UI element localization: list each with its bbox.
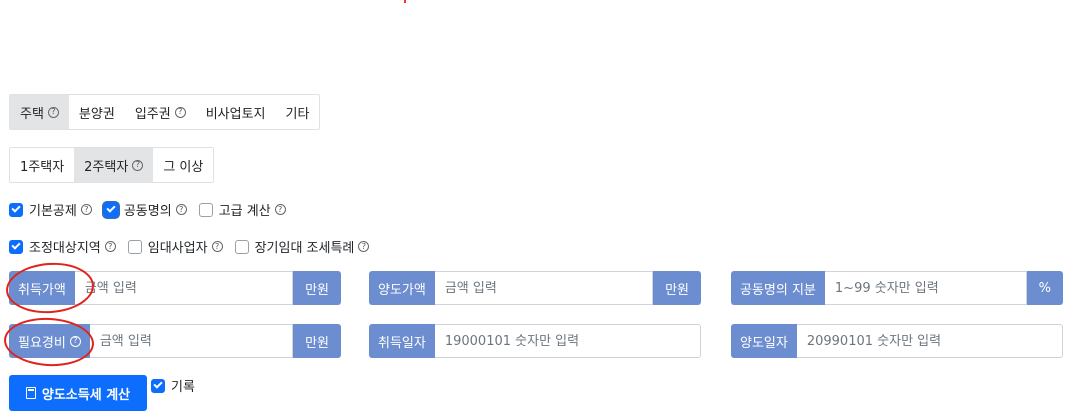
- help-icon[interactable]: ?: [69, 335, 81, 347]
- ownership-share-wrap: [824, 271, 1027, 305]
- sale-price-wrap: [434, 271, 654, 305]
- property-type-tabs: 주택? 분양권 입주권? 비사업토지 기타: [9, 94, 321, 130]
- checkbox-unchecked-icon[interactable]: [234, 239, 249, 254]
- sale-price-unit: 만원: [653, 271, 701, 305]
- house-count-tabs: 1주택자 2주택자? 그 이상: [9, 147, 215, 183]
- regulated-area-label: 조정대상지역: [29, 241, 101, 256]
- stray-red-mark: [404, 0, 406, 3]
- tab-presale-right-label: 분양권: [78, 106, 115, 122]
- checkbox-checked-icon[interactable]: [151, 378, 165, 393]
- tab-more-houses-label: 그 이상: [163, 159, 204, 175]
- long-term-rental-checkbox[interactable]: 장기임대 조세특례?: [234, 237, 370, 256]
- tab-more-houses[interactable]: 그 이상: [153, 148, 213, 182]
- tab-non-business-land-label: 비사업토지: [205, 106, 266, 122]
- tab-other-label: 기타: [285, 106, 310, 122]
- acquisition-price-input[interactable]: [84, 280, 283, 296]
- ownership-share-group: 공동명의 지분 %: [731, 271, 1063, 305]
- expense-group: 필요경비? 만원: [9, 324, 341, 358]
- acquisition-date-wrap: [434, 324, 701, 358]
- options-row-2: 조정대상지역? 임대사업자? 장기임대 조세특례?: [9, 237, 381, 256]
- rental-business-label: 임대사업자: [147, 241, 208, 256]
- help-icon[interactable]: ?: [132, 159, 144, 171]
- help-icon[interactable]: ?: [175, 204, 187, 215]
- advanced-calc-checkbox[interactable]: 고급 계산?: [198, 200, 286, 219]
- expense-input[interactable]: [99, 333, 283, 349]
- tab-non-business-land[interactable]: 비사업토지: [196, 95, 276, 129]
- options-row-1: 기본공제? 공동명의? 고급 계산?: [9, 200, 298, 219]
- tab-occupancy-right-label: 입주권: [134, 106, 171, 122]
- sale-price-input[interactable]: [444, 280, 643, 296]
- long-term-rental-label: 장기임대 조세특례: [254, 241, 355, 256]
- ownership-share-input[interactable]: [834, 280, 1016, 296]
- expense-wrap: [89, 324, 294, 358]
- basic-deduction-checkbox[interactable]: 기본공제?: [9, 200, 92, 219]
- checkbox-checked-icon[interactable]: [9, 202, 23, 217]
- joint-ownership-label: 공동명의: [123, 204, 172, 219]
- record-label: 기록: [171, 380, 195, 395]
- expense-label-text: 필요경비: [18, 335, 66, 351]
- ownership-share-unit: %: [1026, 271, 1063, 305]
- ownership-share-label: 공동명의 지분: [731, 271, 825, 305]
- help-icon[interactable]: ?: [358, 241, 370, 252]
- acquisition-price-wrap: [74, 271, 294, 305]
- help-icon[interactable]: ?: [104, 241, 116, 252]
- checkbox-unchecked-icon[interactable]: [198, 202, 213, 217]
- checkbox-unchecked-icon[interactable]: [127, 239, 142, 254]
- acquisition-price-group: 취득가액 만원: [9, 271, 341, 305]
- basic-deduction-label: 기본공제: [29, 204, 77, 219]
- checkbox-checked-icon[interactable]: [103, 202, 118, 217]
- sale-date-group: 양도일자: [731, 324, 1063, 358]
- calculate-tax-button[interactable]: 양도소득세 계산: [9, 375, 147, 411]
- sale-date-input[interactable]: [806, 333, 1052, 349]
- tab-presale-right[interactable]: 분양권: [69, 95, 125, 129]
- sale-price-label: 양도가액: [369, 271, 435, 305]
- tab-occupancy-right[interactable]: 입주권?: [125, 95, 196, 129]
- tab-two-houses-label: 2주택자: [84, 159, 129, 175]
- help-icon[interactable]: ?: [47, 106, 59, 118]
- expense-unit: 만원: [293, 324, 341, 358]
- acquisition-date-group: 취득일자: [369, 324, 701, 358]
- tab-one-house-label: 1주택자: [20, 159, 65, 175]
- sale-date-wrap: [796, 324, 1063, 358]
- sale-price-group: 양도가액 만원: [369, 271, 701, 305]
- help-icon[interactable]: ?: [174, 106, 186, 118]
- calculate-tax-label: 양도소득세 계산: [41, 387, 131, 403]
- tab-two-houses[interactable]: 2주택자?: [74, 148, 154, 182]
- help-icon[interactable]: ?: [211, 241, 223, 252]
- tab-one-house[interactable]: 1주택자: [10, 148, 74, 182]
- acquisition-price-unit: 만원: [293, 271, 341, 305]
- checkbox-checked-icon[interactable]: [9, 239, 23, 254]
- help-icon[interactable]: ?: [274, 204, 286, 215]
- tab-house[interactable]: 주택?: [10, 95, 69, 129]
- sale-date-label: 양도일자: [731, 324, 797, 358]
- advanced-calc-label: 고급 계산: [218, 204, 271, 219]
- tab-house-label: 주택: [20, 106, 44, 122]
- joint-ownership-checkbox[interactable]: 공동명의?: [103, 200, 187, 219]
- tab-other[interactable]: 기타: [276, 95, 320, 129]
- record-checkbox[interactable]: 기록: [151, 376, 195, 395]
- rental-business-checkbox[interactable]: 임대사업자?: [127, 237, 223, 256]
- acquisition-price-label: 취득가액: [9, 271, 75, 305]
- regulated-area-checkbox[interactable]: 조정대상지역?: [9, 237, 116, 256]
- expense-label: 필요경비?: [9, 324, 90, 358]
- acquisition-date-label: 취득일자: [369, 324, 435, 358]
- acquisition-date-input[interactable]: [444, 333, 690, 349]
- calculator-icon: [25, 387, 36, 399]
- help-icon[interactable]: ?: [80, 204, 92, 215]
